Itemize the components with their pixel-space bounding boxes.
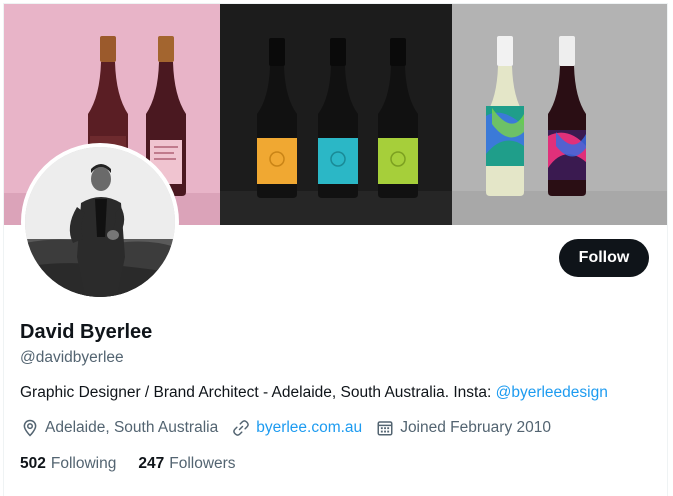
banner-panel-grey: [452, 4, 667, 225]
profile-card: Follow David Byerlee @davidbyerlee Graph…: [0, 0, 673, 496]
profile-meta: Adelaide, South Australia byerlee.com.au: [21, 417, 565, 439]
wine-bottle-image: [378, 38, 418, 198]
website-link[interactable]: byerlee.com.au: [256, 419, 362, 437]
following-label: Following: [50, 455, 117, 472]
follow-counts: 502 Following 247 Followers: [20, 454, 258, 474]
banner-panel-dark: [220, 4, 452, 225]
display-name: David Byerlee: [20, 321, 153, 343]
bio-mention-link[interactable]: @byerleedesign: [496, 384, 608, 401]
bio-text: Graphic Designer / Brand Architect - Ade…: [20, 384, 496, 401]
calendar-icon: [377, 421, 393, 436]
followers-count: 247: [138, 455, 165, 472]
location-item: Adelaide, South Australia: [21, 419, 218, 437]
wine-bottle-image: [318, 38, 358, 198]
wine-bottle-image: [548, 36, 586, 196]
profile-avatar[interactable]: [21, 143, 179, 301]
followers-link[interactable]: 247 Followers: [138, 454, 235, 474]
followers-label: Followers: [169, 455, 236, 472]
joined-text: Joined February 2010: [400, 419, 551, 436]
avatar-photo: [25, 147, 175, 297]
profile-bio: Graphic Designer / Brand Architect - Ade…: [20, 383, 608, 403]
joined-item: Joined February 2010: [376, 419, 551, 437]
link-icon: [233, 420, 250, 436]
wine-bottle-image: [257, 38, 297, 198]
wine-bottle-image: [486, 36, 524, 196]
location-text: Adelaide, South Australia: [45, 419, 219, 436]
website-item: byerlee.com.au: [232, 419, 362, 437]
location-pin-icon: [23, 419, 37, 437]
following-link[interactable]: 502 Following: [20, 454, 116, 474]
user-handle: @davidbyerlee: [20, 349, 124, 366]
following-count: 502: [20, 455, 46, 472]
follow-button[interactable]: Follow: [559, 239, 649, 277]
